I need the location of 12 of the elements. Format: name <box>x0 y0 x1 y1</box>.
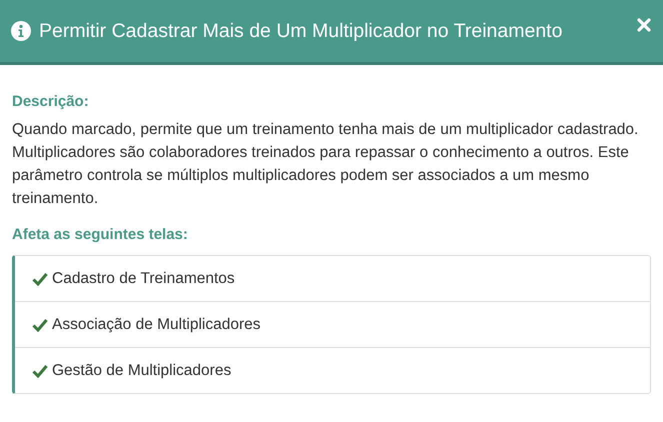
screen-name: Gestão de Multiplicadores <box>52 362 232 380</box>
screen-name: Associação de Multiplicadores <box>52 316 260 334</box>
description-text: Quando marcado, permite que um treinamento tenha mais de um multiplicador cadastrado. Multiplicadores são colaboradores treinados para repassar o conhecimento a outros. Este parâmetro controla se múltiplos multiplicadores podem ser associados a um mesmo treinamento. <box>12 120 640 209</box>
info-icon <box>11 21 31 41</box>
close-button[interactable] <box>637 18 651 32</box>
screen-name: Cadastro de Treinamentos <box>52 270 235 288</box>
check-icon <box>32 318 48 332</box>
modal-title: Permitir Cadastrar Mais de Um Multiplicador no Treinamento <box>39 20 564 42</box>
check-icon <box>32 364 48 378</box>
section-label: Afeta as seguintes telas: <box>12 226 189 243</box>
section-label: Descrição: <box>12 93 90 110</box>
check-icon <box>32 272 48 286</box>
